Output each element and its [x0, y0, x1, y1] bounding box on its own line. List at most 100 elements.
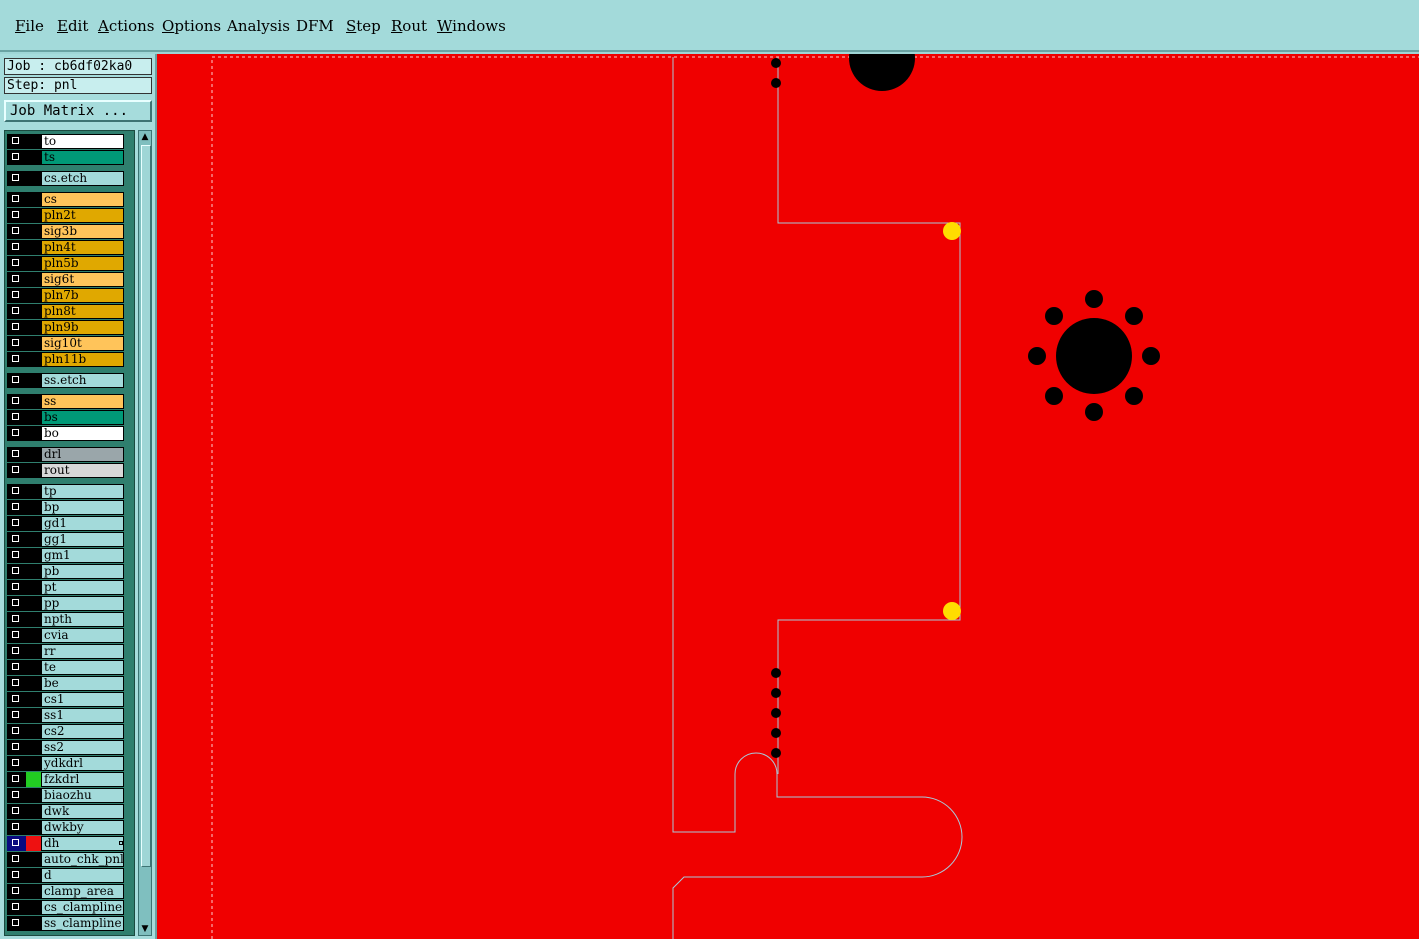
layer-color-swatch[interactable]: [26, 272, 41, 287]
layer-color-swatch[interactable]: [26, 596, 41, 611]
layer-color-swatch[interactable]: [26, 171, 41, 186]
layer-name[interactable]: pln2t: [41, 208, 124, 223]
layer-row-to[interactable]: to: [7, 134, 131, 149]
layer-color-swatch[interactable]: [26, 192, 41, 207]
layer-name[interactable]: te: [41, 660, 124, 675]
layer-name[interactable]: bs: [41, 410, 124, 425]
layer-name[interactable]: sig6t: [41, 272, 124, 287]
layer-name[interactable]: clamp_area: [41, 884, 124, 899]
layer-color-swatch[interactable]: [26, 224, 41, 239]
layer-color-swatch[interactable]: [26, 612, 41, 627]
layer-color-swatch[interactable]: [26, 708, 41, 723]
layer-checkbox[interactable]: [7, 410, 26, 425]
menu-rout[interactable]: Rout: [391, 17, 427, 35]
layer-name[interactable]: pt: [41, 580, 124, 595]
layer-name[interactable]: npth: [41, 612, 124, 627]
layer-name[interactable]: tp: [41, 484, 124, 499]
layer-color-swatch[interactable]: [26, 304, 41, 319]
layer-row-pln5b[interactable]: pln5b: [7, 256, 131, 271]
layer-color-swatch[interactable]: [26, 320, 41, 335]
layer-name[interactable]: bo: [41, 426, 124, 441]
layer-row-ss[interactable]: ss: [7, 394, 131, 409]
layer-name[interactable]: auto_chk_pnl: [41, 852, 124, 867]
menu-edit[interactable]: Edit: [57, 17, 88, 35]
layer-name[interactable]: bp: [41, 500, 124, 515]
menu-options[interactable]: Options: [162, 17, 221, 35]
layer-checkbox[interactable]: [7, 628, 26, 643]
layer-checkbox[interactable]: [7, 676, 26, 691]
menu-dfm[interactable]: DFM: [296, 17, 334, 35]
layer-checkbox[interactable]: [7, 644, 26, 659]
layer-color-swatch[interactable]: [26, 740, 41, 755]
layer-row-pln11b[interactable]: pln11b: [7, 352, 131, 367]
layer-row-auto_chk_pnl[interactable]: auto_chk_pnl: [7, 852, 131, 867]
layer-name[interactable]: pb: [41, 564, 124, 579]
scroll-up-arrow-icon[interactable]: ▲: [140, 132, 150, 142]
layer-row-ts[interactable]: ts: [7, 150, 131, 165]
layer-color-swatch[interactable]: [26, 516, 41, 531]
layer-color-swatch[interactable]: [26, 756, 41, 771]
layer-row-ss1[interactable]: ss1: [7, 708, 131, 723]
layer-row-dh[interactable]: dh: [7, 836, 131, 851]
layer-row-cs.etch[interactable]: cs.etch: [7, 171, 131, 186]
layer-name[interactable]: dh: [41, 836, 124, 851]
layer-row-pln7b[interactable]: pln7b: [7, 288, 131, 303]
layer-name[interactable]: d: [41, 868, 124, 883]
layer-checkbox[interactable]: [7, 564, 26, 579]
layer-name[interactable]: cs1: [41, 692, 124, 707]
layer-name[interactable]: ss1: [41, 708, 124, 723]
layer-row-bp[interactable]: bp: [7, 500, 131, 515]
layer-row-pln8t[interactable]: pln8t: [7, 304, 131, 319]
layer-checkbox[interactable]: [7, 304, 26, 319]
layer-name[interactable]: fzkdrl: [41, 772, 124, 787]
layer-row-sig10t[interactable]: sig10t: [7, 336, 131, 351]
layer-name[interactable]: cs.etch: [41, 171, 124, 186]
layer-color-swatch[interactable]: [26, 500, 41, 515]
layer-checkbox[interactable]: [7, 868, 26, 883]
layer-color-swatch[interactable]: [26, 134, 41, 149]
layer-row-d[interactable]: d: [7, 868, 131, 883]
layer-checkbox[interactable]: [7, 692, 26, 707]
layer-row-rout[interactable]: rout: [7, 463, 131, 478]
layer-checkbox[interactable]: [7, 336, 26, 351]
layer-color-swatch[interactable]: [26, 916, 41, 931]
layer-color-swatch[interactable]: [26, 644, 41, 659]
layer-color-swatch[interactable]: [26, 852, 41, 867]
layer-checkbox[interactable]: [7, 150, 26, 165]
layer-row-dwkby[interactable]: dwkby: [7, 820, 131, 835]
menu-file[interactable]: File: [15, 17, 44, 35]
layer-name[interactable]: ss: [41, 394, 124, 409]
layer-row-cs2[interactable]: cs2: [7, 724, 131, 739]
layer-row-sig6t[interactable]: sig6t: [7, 272, 131, 287]
layer-checkbox[interactable]: [7, 171, 26, 186]
layer-checkbox[interactable]: [7, 804, 26, 819]
layer-row-sig3b[interactable]: sig3b: [7, 224, 131, 239]
layer-row-cs[interactable]: cs: [7, 192, 131, 207]
layer-color-swatch[interactable]: [26, 900, 41, 915]
layer-name[interactable]: pln5b: [41, 256, 124, 271]
layer-color-swatch[interactable]: [26, 256, 41, 271]
layer-name[interactable]: sig3b: [41, 224, 124, 239]
layer-color-swatch[interactable]: [26, 410, 41, 425]
layer-checkbox[interactable]: [7, 256, 26, 271]
layer-checkbox[interactable]: [7, 272, 26, 287]
layer-color-swatch[interactable]: [26, 564, 41, 579]
layer-row-rr[interactable]: rr: [7, 644, 131, 659]
layer-row-dwk[interactable]: dwk: [7, 804, 131, 819]
pcb-drawing[interactable]: [157, 54, 1419, 939]
layer-name[interactable]: rout: [41, 463, 124, 478]
layer-color-swatch[interactable]: [26, 724, 41, 739]
layer-color-swatch[interactable]: [26, 884, 41, 899]
layer-row-ydkdrl[interactable]: ydkdrl: [7, 756, 131, 771]
layer-row-te[interactable]: te: [7, 660, 131, 675]
layer-color-swatch[interactable]: [26, 484, 41, 499]
layer-name[interactable]: gd1: [41, 516, 124, 531]
layer-row-drl[interactable]: drl: [7, 447, 131, 462]
layer-row-ss_clampline[interactable]: ss_clampline: [7, 916, 131, 931]
menu-step[interactable]: Step: [346, 17, 381, 35]
layer-name[interactable]: biaozhu: [41, 788, 124, 803]
layer-name[interactable]: rr: [41, 644, 124, 659]
layer-color-swatch[interactable]: [26, 836, 41, 851]
layer-color-swatch[interactable]: [26, 772, 41, 787]
layer-color-swatch[interactable]: [26, 628, 41, 643]
